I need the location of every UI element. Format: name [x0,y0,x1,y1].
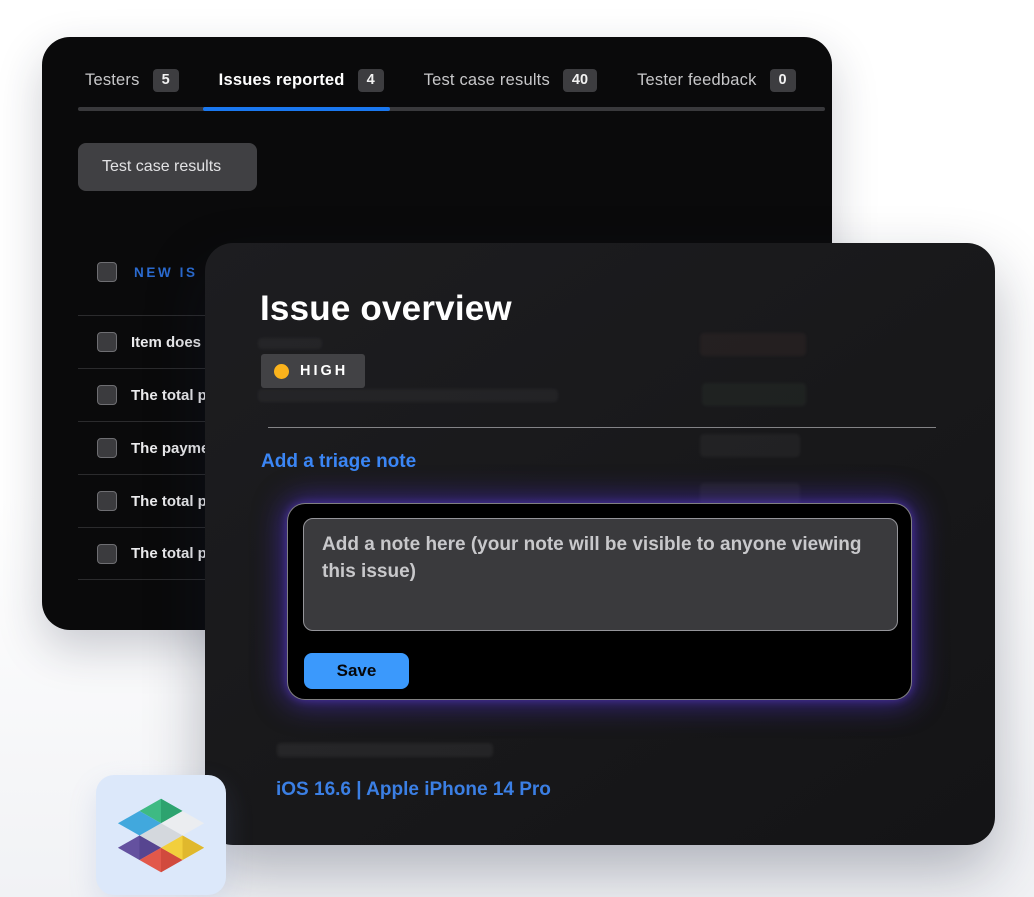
issue-overview-modal: Issue overview HIGH Add a triage note Sa… [205,243,995,845]
modal-title: Issue overview [260,289,512,329]
tab-label: Issues reported [219,71,345,90]
app-logo-tile [96,775,226,895]
ghost-text [258,338,322,349]
ghost-row [700,434,800,457]
issue-checkbox[interactable] [97,544,117,564]
issue-title: The total p [131,545,207,562]
tab-label: Tester feedback [637,71,756,90]
issue-checkbox[interactable] [97,385,117,405]
ghost-row [700,333,806,356]
add-triage-note-link[interactable]: Add a triage note [261,451,416,473]
ghost-text [258,389,558,402]
severity-badge: HIGH [261,354,365,388]
triage-note-container: Save [287,503,912,700]
tab-test-case-results[interactable]: Test case results 40 [424,69,597,92]
tab-divider [78,107,825,111]
list-header-row: NEW IS [97,262,198,282]
severity-label: HIGH [300,363,348,379]
count-badge: 40 [563,69,597,92]
issue-title: The payme [131,440,209,457]
tab-label: Testers [85,71,140,90]
tab-testers[interactable]: Testers 5 [85,69,179,92]
ghost-text [277,743,493,757]
issue-checkbox[interactable] [97,332,117,352]
tab-bar: Testers 5 Issues reported 4 Test case re… [85,69,796,92]
ghost-row [702,383,806,406]
new-issues-header: NEW IS [134,265,198,280]
issue-title: The total p [131,387,207,404]
save-button[interactable]: Save [304,653,409,689]
test-case-results-filter-button[interactable]: Test case results [78,143,257,191]
device-info-link[interactable]: iOS 16.6 | Apple iPhone 14 Pro [276,779,551,801]
tab-issues-reported[interactable]: Issues reported 4 [219,69,384,92]
tab-tester-feedback[interactable]: Tester feedback 0 [637,69,796,92]
count-badge: 5 [153,69,179,92]
issue-title: The total p [131,493,207,510]
select-all-checkbox[interactable] [97,262,117,282]
tab-label: Test case results [424,71,550,90]
active-tab-underline [203,107,390,111]
cube-hexagon-logo-icon [114,794,208,876]
issue-checkbox[interactable] [97,491,117,511]
section-divider [268,427,936,428]
count-badge: 4 [358,69,384,92]
count-badge: 0 [770,69,796,92]
severity-high-dot-icon [274,364,289,379]
triage-note-input[interactable] [303,518,898,631]
issue-checkbox[interactable] [97,438,117,458]
issue-title: Item does [131,334,201,351]
